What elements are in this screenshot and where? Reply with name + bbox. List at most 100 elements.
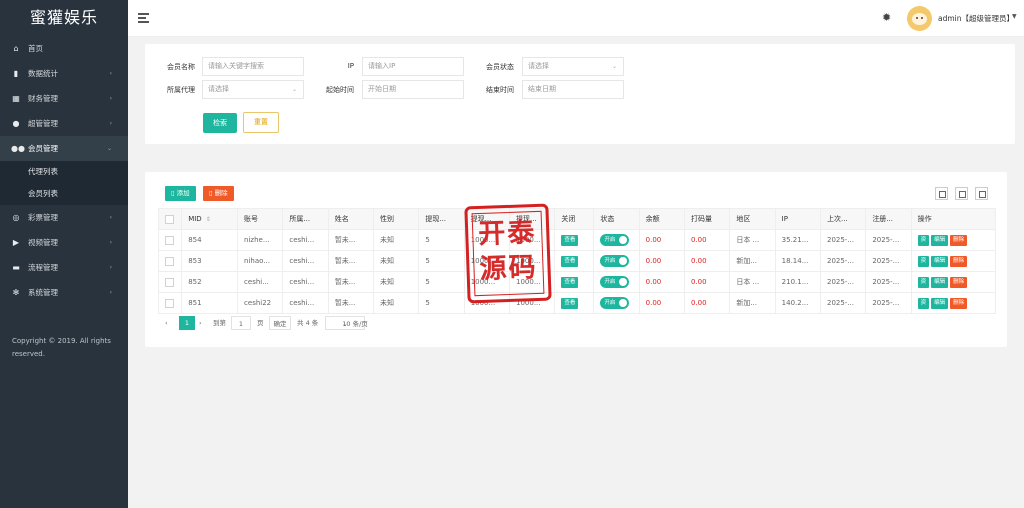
- cell-last-login: 2025-...: [819, 229, 867, 251]
- cell-account: ceshi22: [237, 292, 284, 314]
- row-checkbox[interactable]: [157, 292, 183, 314]
- cell-agent: ceshi...: [282, 229, 329, 251]
- cell-last-login: 2025-...: [819, 271, 867, 293]
- goto-confirm-button[interactable]: 确定: [269, 316, 291, 330]
- status-toggle[interactable]: 开启: [600, 234, 630, 246]
- sidebar-item-process[interactable]: ▬ 流程管理 ›: [0, 255, 128, 280]
- print-icon[interactable]: [975, 187, 988, 200]
- delete-row-button[interactable]: 删除: [950, 297, 968, 309]
- funds-button[interactable]: 资: [917, 297, 930, 309]
- edit-button[interactable]: 编辑: [931, 297, 949, 309]
- delete-row-button[interactable]: 删除: [950, 255, 968, 267]
- edit-button[interactable]: 编辑: [931, 276, 949, 288]
- sidebar-item-label: 彩票管理: [28, 213, 58, 222]
- member-table: MID ⇕ 账号 所属... 姓名 性别 提现... 提现... 提现... 关闭…: [157, 208, 997, 314]
- cell-region: 新加...: [729, 292, 776, 314]
- search-button[interactable]: 检索: [203, 113, 237, 133]
- sidebar-item-lottery[interactable]: ◎ 彩票管理 ›: [0, 205, 128, 230]
- cell-agent: ceshi...: [282, 271, 329, 293]
- search-panel: 会员名称 请输入关键字搜索 IP 请输入IP 会员状态 请选择 ⌄ 所属代理 请…: [145, 44, 1015, 144]
- app-logo[interactable]: 蜜獾娱乐: [0, 0, 128, 36]
- cell-status: 开启: [593, 292, 640, 314]
- table-row: 853 nihao... ceshi... 暂未... 未知 5 1000...…: [157, 250, 997, 272]
- page-current[interactable]: 1: [179, 316, 195, 330]
- end-date-input[interactable]: 结束日期: [522, 80, 624, 99]
- goto-page-input[interactable]: 1: [231, 316, 251, 330]
- column-header: 上次...: [819, 208, 867, 230]
- reset-button[interactable]: 重置: [243, 112, 279, 133]
- cell-gender: 未知: [373, 229, 420, 251]
- sidebar-item-members[interactable]: ●● 会员管理 ⌄: [0, 136, 128, 161]
- top-header: ✹ admin【超级管理员】 ▼: [128, 0, 1024, 37]
- cell-status: 开启: [593, 271, 640, 293]
- column-header: 余额: [638, 208, 686, 230]
- sidebar-item-finance[interactable]: ▦ 财务管理 ›: [0, 86, 128, 111]
- start-date-input[interactable]: 开始日期: [362, 80, 464, 99]
- chevron-right-icon: ›: [109, 264, 112, 271]
- delete-row-button[interactable]: 删除: [950, 276, 968, 288]
- cell-agent: ceshi...: [282, 292, 329, 314]
- row-checkbox[interactable]: [157, 250, 183, 272]
- copyright-text: Copyright © 2019. All rights reserved.: [12, 337, 111, 358]
- video-icon: ▶: [12, 238, 20, 247]
- sidebar-item-system[interactable]: ✻ 系统管理 ›: [0, 280, 128, 305]
- user-icon: ●: [12, 119, 20, 128]
- column-header-mid[interactable]: MID ⇕: [181, 208, 239, 230]
- delete-button[interactable]: ▯ 删除: [203, 186, 234, 201]
- sidebar-subitem-member-list[interactable]: 会员列表: [0, 183, 128, 205]
- cell-status: 开启: [593, 250, 640, 272]
- cell-view: 查看: [554, 292, 595, 314]
- sort-icon[interactable]: ⇕: [206, 216, 211, 223]
- next-page-icon[interactable]: ›: [199, 316, 202, 331]
- export-icon[interactable]: [955, 187, 968, 200]
- sidebar-item-statistics[interactable]: ▮ 数据统计 ›: [0, 61, 128, 86]
- add-button[interactable]: ▯ 添加: [165, 186, 196, 201]
- row-checkbox[interactable]: [157, 229, 183, 251]
- status-toggle[interactable]: 开启: [600, 276, 630, 288]
- prev-page-icon[interactable]: ‹: [165, 316, 168, 331]
- cell-code-amount: 0.00: [683, 292, 731, 314]
- cell-mid: 854: [181, 229, 239, 251]
- palette-icon[interactable]: ✹: [882, 11, 891, 24]
- funds-button[interactable]: 资: [917, 276, 930, 288]
- edit-button[interactable]: 编辑: [931, 255, 949, 267]
- caret-down-icon[interactable]: ▼: [1012, 13, 1017, 20]
- cell-name: 暂未...: [327, 292, 375, 314]
- sidebar-item-home[interactable]: ⌂ 首页: [0, 36, 128, 61]
- cell-name: 暂未...: [327, 271, 375, 293]
- column-header: 姓名: [327, 208, 375, 230]
- edit-button[interactable]: 编辑: [931, 234, 949, 246]
- member-status-select[interactable]: 请选择 ⌄: [522, 57, 624, 76]
- page-size-select[interactable]: 10 条/页 ⌄: [325, 316, 368, 330]
- view-badge-button[interactable]: 查看: [561, 234, 579, 246]
- avatar[interactable]: [907, 6, 932, 31]
- status-toggle[interactable]: 开启: [600, 255, 630, 267]
- columns-icon[interactable]: [935, 187, 948, 200]
- cell-mid: 853: [181, 250, 239, 272]
- view-badge-button[interactable]: 查看: [561, 255, 579, 267]
- member-name-input[interactable]: 请输入关键字搜索: [202, 57, 304, 76]
- view-badge-button[interactable]: 查看: [561, 297, 579, 309]
- cell-view: 查看: [554, 229, 595, 251]
- sidebar-item-video[interactable]: ▶ 视频管理 ›: [0, 230, 128, 255]
- sidebar-item-label: 超管管理: [28, 119, 58, 128]
- select-all-checkbox[interactable]: [157, 208, 183, 230]
- column-header: 操作: [910, 208, 997, 230]
- cell-last-login: 2025-...: [819, 292, 867, 314]
- sidebar-item-admin[interactable]: ● 超管管理 ›: [0, 111, 128, 136]
- sidebar-subitem-agent-list[interactable]: 代理列表: [0, 161, 128, 183]
- ticket-icon: ▬: [12, 263, 20, 272]
- funds-button[interactable]: 资: [917, 255, 930, 267]
- user-menu-label[interactable]: admin【超级管理员】: [938, 13, 1014, 24]
- cell-account: nizhe...: [237, 229, 284, 251]
- view-badge-button[interactable]: 查看: [561, 276, 579, 288]
- menu-toggle-icon[interactable]: [138, 13, 149, 25]
- row-checkbox[interactable]: [157, 271, 183, 293]
- cell-balance: 0.00: [638, 229, 686, 251]
- agent-select[interactable]: 请选择 ⌄: [202, 80, 304, 99]
- delete-row-button[interactable]: 删除: [950, 234, 968, 246]
- column-header: 账号: [237, 208, 284, 230]
- ip-input[interactable]: 请输入IP: [362, 57, 464, 76]
- funds-button[interactable]: 资: [917, 234, 930, 246]
- status-toggle[interactable]: 开启: [600, 297, 630, 309]
